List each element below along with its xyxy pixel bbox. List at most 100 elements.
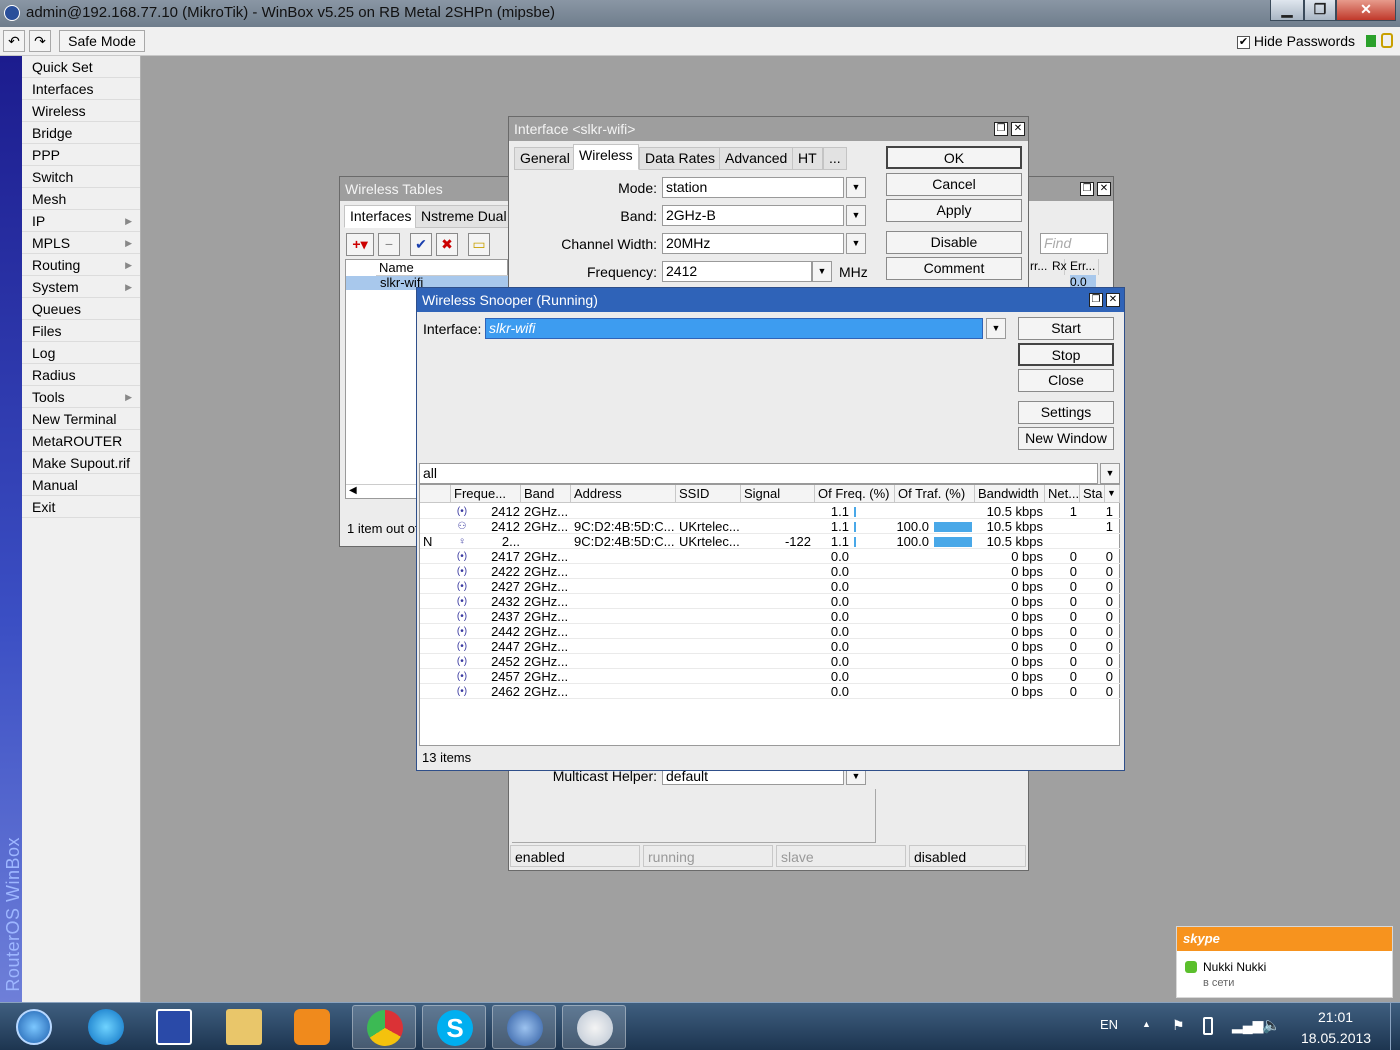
- menu-item-interfaces[interactable]: Interfaces: [22, 78, 140, 100]
- redo-button[interactable]: ↷: [29, 30, 51, 52]
- tab-data-rates[interactable]: Data Rates: [639, 147, 722, 170]
- minimize-button[interactable]: ▁: [1270, 0, 1304, 21]
- table-row[interactable]: (•) 2457 2GHz... 0.0 0 bps 0 0: [420, 669, 1120, 684]
- table-row[interactable]: (•) 2432 2GHz... 0.0 0 bps 0 0: [420, 594, 1120, 609]
- menu-item-radius[interactable]: Radius: [22, 364, 140, 386]
- band-field[interactable]: 2GHz-B: [662, 205, 844, 226]
- disable-button[interactable]: Disable: [886, 231, 1022, 254]
- enable-icon[interactable]: ✔: [410, 233, 432, 256]
- column-header-bandwidth[interactable]: Bandwidth: [975, 485, 1045, 503]
- table-row[interactable]: (•) 2417 2GHz... 0.0 0 bps 0 0: [420, 549, 1120, 564]
- column-header-band[interactable]: Band: [521, 485, 571, 503]
- chevron-down-icon[interactable]: ▼: [812, 261, 832, 282]
- chevron-down-icon[interactable]: ▼: [1100, 463, 1120, 484]
- safe-mode-button[interactable]: Safe Mode: [59, 30, 145, 52]
- menu-item-queues[interactable]: Queues: [22, 298, 140, 320]
- taskbar-app[interactable]: S: [422, 1005, 486, 1049]
- column-menu-icon[interactable]: ▼: [1105, 485, 1120, 503]
- column-header-address[interactable]: Address: [571, 485, 676, 503]
- table-row[interactable]: ⚇ 2412 2GHz... 9C:D2:4B:5D:C... UKrtelec... 1…: [420, 519, 1120, 534]
- tab-more[interactable]: ...: [823, 147, 847, 170]
- menu-item-routing[interactable]: Routing ▶: [22, 254, 140, 276]
- chevron-down-icon[interactable]: ▼: [986, 318, 1006, 339]
- close-icon[interactable]: ✕: [1106, 293, 1120, 307]
- menu-item-metarouter[interactable]: MetaROUTER: [22, 430, 140, 452]
- cancel-button[interactable]: Cancel: [886, 173, 1022, 196]
- start-button[interactable]: Start: [1018, 317, 1114, 340]
- column-header-name[interactable]: Name: [376, 260, 508, 276]
- apply-button[interactable]: Apply: [886, 199, 1022, 222]
- remove-icon[interactable]: −: [378, 233, 400, 256]
- snooper-interface-field[interactable]: slkr-wifi: [485, 318, 983, 339]
- menu-item-mpls[interactable]: MPLS ▶: [22, 232, 140, 254]
- start-button[interactable]: [2, 1005, 66, 1049]
- hide-passwords-checkbox[interactable]: ✔: [1237, 35, 1250, 49]
- maximize-button[interactable]: ❐: [1304, 0, 1336, 21]
- close-button[interactable]: Close: [1018, 369, 1114, 392]
- chevron-down-icon[interactable]: ▼: [846, 233, 866, 254]
- comment-icon[interactable]: ▭: [468, 233, 490, 256]
- column-header-signal[interactable]: Signal: [741, 485, 815, 503]
- stop-button[interactable]: Stop: [1018, 343, 1114, 366]
- restore-icon[interactable]: ❐: [1080, 182, 1094, 196]
- menu-item-system[interactable]: System ▶: [22, 276, 140, 298]
- menu-item-wireless[interactable]: Wireless: [22, 100, 140, 122]
- menu-item-log[interactable]: Log: [22, 342, 140, 364]
- column-header-flag[interactable]: [420, 485, 451, 503]
- column-header-of-traf[interactable]: Of Traf. (%): [895, 485, 975, 503]
- skype-notification[interactable]: skype Nukki Nukki в сети: [1176, 926, 1393, 998]
- tab-general[interactable]: General: [514, 147, 576, 170]
- volume-icon[interactable]: 🔈: [1262, 1016, 1281, 1034]
- menu-item-make-supout[interactable]: Make Supout.rif: [22, 452, 140, 474]
- table-row[interactable]: (•) 2442 2GHz... 0.0 0 bps 0 0: [420, 624, 1120, 639]
- tab-nstreme-dual[interactable]: Nstreme Dual: [415, 205, 513, 228]
- clock-date[interactable]: 18.05.2013: [1301, 1030, 1371, 1046]
- filter-field[interactable]: all: [419, 463, 1098, 484]
- table-row[interactable]: (•) 2422 2GHz... 0.0 0 bps 0 0: [420, 564, 1120, 579]
- close-icon[interactable]: ✕: [1097, 182, 1111, 196]
- menu-item-exit[interactable]: Exit: [22, 496, 140, 518]
- chevron-down-icon[interactable]: ▼: [846, 205, 866, 226]
- hide-passwords-toggle[interactable]: ✔ Hide Passwords: [1237, 33, 1355, 49]
- language-indicator[interactable]: EN: [1100, 1017, 1118, 1032]
- table-row[interactable]: (•) 2437 2GHz... 0.0 0 bps 0 0: [420, 609, 1120, 624]
- menu-item-mesh[interactable]: Mesh: [22, 188, 140, 210]
- find-input[interactable]: Find: [1040, 233, 1108, 254]
- column-header-frequency[interactable]: Freque...: [451, 485, 521, 503]
- menu-item-tools[interactable]: Tools ▶: [22, 386, 140, 408]
- undo-button[interactable]: ↶: [3, 30, 25, 52]
- menu-item-quick-set[interactable]: Quick Set: [22, 56, 140, 78]
- table-row[interactable]: (•) 2427 2GHz... 0.0 0 bps 0 0: [420, 579, 1120, 594]
- chevron-down-icon[interactable]: ▼: [846, 177, 866, 198]
- menu-item-manual[interactable]: Manual: [22, 474, 140, 496]
- taskbar-app[interactable]: [280, 1005, 344, 1049]
- tab-ht[interactable]: HT: [792, 147, 823, 170]
- network-icon[interactable]: ▂▄▆: [1232, 1017, 1263, 1034]
- close-window-button[interactable]: ✕: [1336, 0, 1396, 21]
- table-row[interactable]: (•) 2452 2GHz... 0.0 0 bps 0 0: [420, 654, 1120, 669]
- mode-field[interactable]: station: [662, 177, 844, 198]
- column-header-of-freq[interactable]: Of Freq. (%): [815, 485, 895, 503]
- table-row[interactable]: N ♀ 2... 9C:D2:4B:5D:C... UKrtelec... -122 1.1…: [420, 534, 1120, 549]
- channel-width-field[interactable]: 20MHz: [662, 233, 844, 254]
- restore-icon[interactable]: ❐: [994, 122, 1008, 136]
- menu-item-new-terminal[interactable]: New Terminal: [22, 408, 140, 430]
- menu-item-bridge[interactable]: Bridge: [22, 122, 140, 144]
- taskbar-app[interactable]: [352, 1005, 416, 1049]
- settings-button[interactable]: Settings: [1018, 401, 1114, 424]
- menu-item-switch[interactable]: Switch: [22, 166, 140, 188]
- taskbar-app[interactable]: [142, 1005, 206, 1049]
- tab-advanced[interactable]: Advanced: [719, 147, 794, 170]
- ok-button[interactable]: OK: [886, 146, 1022, 169]
- column-header-rx-err[interactable]: Rx Err...: [1049, 259, 1099, 275]
- restore-icon[interactable]: ❐: [1089, 293, 1103, 307]
- show-desktop-button[interactable]: [1390, 1003, 1400, 1050]
- frequency-field[interactable]: 2412: [662, 261, 812, 282]
- column-header-stations[interactable]: Sta: [1080, 485, 1105, 503]
- clock-time[interactable]: 21:01: [1318, 1009, 1353, 1025]
- action-center-icon[interactable]: ⚑: [1172, 1017, 1185, 1034]
- show-hidden-icons-icon[interactable]: ▲: [1142, 1019, 1151, 1029]
- tab-interfaces[interactable]: Interfaces: [344, 205, 418, 228]
- column-header-networks[interactable]: Net...: [1045, 485, 1080, 503]
- new-window-button[interactable]: New Window: [1018, 427, 1114, 450]
